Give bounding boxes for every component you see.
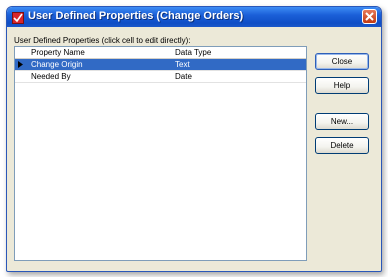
cell-property-name[interactable]: Change Origin (31, 59, 163, 70)
table-row[interactable]: Change Origin Text (15, 59, 306, 71)
cell-data-type[interactable]: Date (175, 71, 305, 82)
window-title: User Defined Properties (Change Orders) (28, 10, 244, 22)
cell-data-type[interactable]: Text (175, 59, 305, 70)
app-icon (12, 11, 24, 24)
grid-header: Property Name Data Type (15, 47, 306, 59)
new-button[interactable]: New... (315, 113, 369, 130)
delete-button[interactable]: Delete (315, 137, 369, 154)
column-header-data-type[interactable]: Data Type (175, 47, 305, 58)
close-icon[interactable] (362, 9, 377, 24)
title-bar[interactable]: User Defined Properties (Change Orders) (7, 7, 381, 27)
properties-grid[interactable]: Property Name Data Type Change Origin Te… (14, 46, 307, 261)
grid-caption: User Defined Properties (click cell to e… (14, 36, 191, 45)
row-pointer-icon (15, 59, 27, 70)
close-button[interactable]: Close (315, 53, 369, 70)
dialog-window: User Defined Properties (Change Orders) … (6, 6, 382, 272)
help-button[interactable]: Help (315, 77, 369, 94)
cell-property-name[interactable]: Needed By (31, 71, 163, 82)
table-row[interactable]: Needed By Date (15, 71, 306, 83)
column-header-property-name[interactable]: Property Name (31, 47, 163, 58)
